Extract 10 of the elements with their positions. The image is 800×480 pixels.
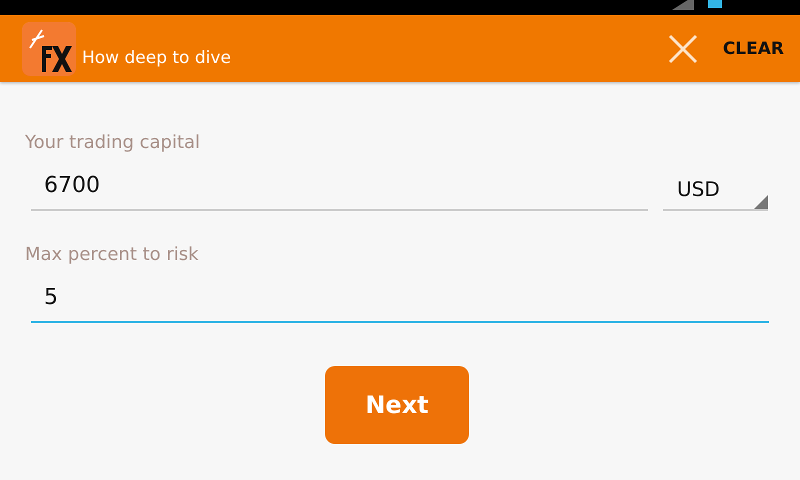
clear-button[interactable]: CLEAR <box>720 34 786 62</box>
currency-dropdown[interactable]: USD <box>663 169 768 211</box>
input-field[interactable]: 5 <box>31 279 769 323</box>
field-label: Your trading capital <box>25 132 202 153</box>
app-logo-icon[interactable] <box>22 22 76 76</box>
dropdown-corner-icon <box>754 195 768 209</box>
field-label: Max percent to risk <box>25 244 200 265</box>
screen-title: How deep to dive <box>82 48 232 68</box>
signal-icon <box>672 0 694 10</box>
input-field[interactable]: 6700 <box>31 167 648 211</box>
